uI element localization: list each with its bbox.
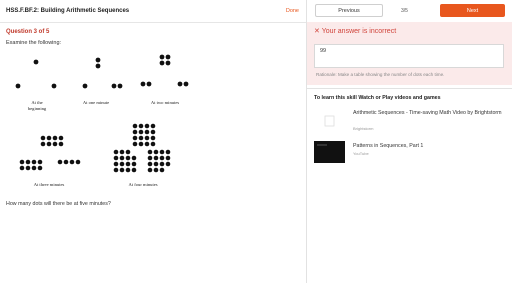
caption-line: beginning — [27, 106, 47, 111]
feedback-box: ✕ Your answer is incorrect 99 Rationale:… — [307, 22, 512, 85]
question-counter: 3/5 — [401, 8, 408, 14]
rationale-text: Rationale: Make a table showing the numb… — [316, 72, 445, 77]
pattern-one-minute — [82, 57, 123, 89]
question-text: How many dots will there be at five minu… — [6, 201, 111, 207]
caption-four-minutes: At four minutes — [128, 182, 158, 187]
resource-thumbnail — [314, 110, 345, 132]
pattern-four-minutes — [113, 123, 171, 173]
answer-panel: Previous 3/5 Next ✕ Your answer is incor… — [307, 0, 512, 283]
close-x-icon: ✕ — [314, 28, 320, 35]
resource-item[interactable]: Arithmetic Sequences - Time-saving Math … — [314, 110, 506, 136]
caption-one-minute: At one minute — [82, 100, 110, 105]
section-divider — [307, 88, 512, 89]
next-button[interactable]: Next — [440, 4, 505, 17]
resource-source: YouTube — [353, 151, 369, 156]
pattern-two-minutes — [140, 54, 189, 87]
video-icon — [317, 144, 327, 146]
question-panel: HSS.F.BF.2: Building Arithmetic Sequence… — [0, 0, 306, 283]
pattern-beginning — [15, 59, 57, 89]
caption-three-minutes: At three minutes — [33, 182, 65, 187]
feedback-message: Your answer is incorrect — [321, 28, 397, 35]
caption-beginning: At the beginning — [12, 100, 62, 112]
placeholder-thumbnail-icon — [324, 115, 335, 127]
caption-two-minutes: At two minutes — [150, 100, 180, 105]
resource-title[interactable]: Patterns in Sequences, Part 1 — [353, 143, 503, 150]
resource-item[interactable]: Patterns in Sequences, Part 1 YouTube — [314, 141, 506, 167]
pattern-three-minutes — [19, 135, 81, 171]
feedback-message-row: ✕ Your answer is incorrect — [314, 27, 396, 35]
previous-button[interactable]: Previous — [315, 4, 383, 17]
resource-source: Brightstorm — [353, 126, 374, 131]
resource-title[interactable]: Arithmetic Sequences - Time-saving Math … — [353, 110, 503, 117]
answer-field[interactable]: 99 — [314, 44, 504, 68]
learning-heading: To learn this skill Watch or Play videos… — [314, 95, 441, 101]
video-thumbnail — [314, 141, 345, 163]
